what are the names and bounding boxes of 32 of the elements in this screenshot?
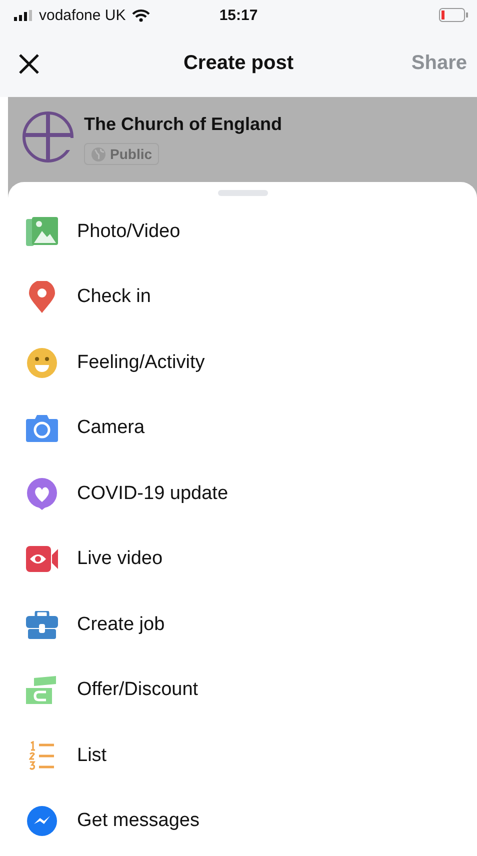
location-pin-icon <box>28 281 56 314</box>
heart-badge-icon <box>27 478 57 510</box>
option-item[interactable]: Create job <box>77 614 165 636</box>
page-name: The Church of England <box>84 114 282 135</box>
option-item[interactable]: Check in <box>77 286 151 308</box>
signal-icon <box>14 10 34 20</box>
option-item[interactable]: COVID-19 update <box>77 482 228 505</box>
video-camera-icon <box>26 546 58 572</box>
photo-icon <box>26 216 58 247</box>
option-item[interactable]: Feeling/Activity <box>77 352 205 374</box>
close-button[interactable] <box>18 52 40 74</box>
camera-icon <box>26 414 58 442</box>
sheet-handle[interactable] <box>218 190 268 196</box>
option-item[interactable]: Photo/Video <box>77 220 180 243</box>
globe-icon <box>91 146 106 162</box>
carrier-name: vodafone UK <box>39 6 126 24</box>
messenger-icon <box>27 806 57 836</box>
battery-icon <box>439 8 469 22</box>
option-item[interactable]: Get messages <box>77 810 200 832</box>
smiley-icon <box>27 348 57 378</box>
cross-logo <box>22 111 74 163</box>
option-item[interactable]: Offer/Discount <box>77 679 198 702</box>
wifi-icon <box>132 8 150 22</box>
briefcase-icon <box>26 610 58 639</box>
ticket-icon <box>26 676 58 704</box>
option-item[interactable]: Camera <box>77 417 145 440</box>
option-item[interactable]: List <box>77 744 107 767</box>
screen-title: Create post <box>183 52 294 74</box>
option-item[interactable]: Live video <box>77 548 163 570</box>
close-icon <box>18 52 40 74</box>
numbered-list-icon <box>29 740 55 771</box>
clock-time: 15:17 <box>219 7 258 24</box>
